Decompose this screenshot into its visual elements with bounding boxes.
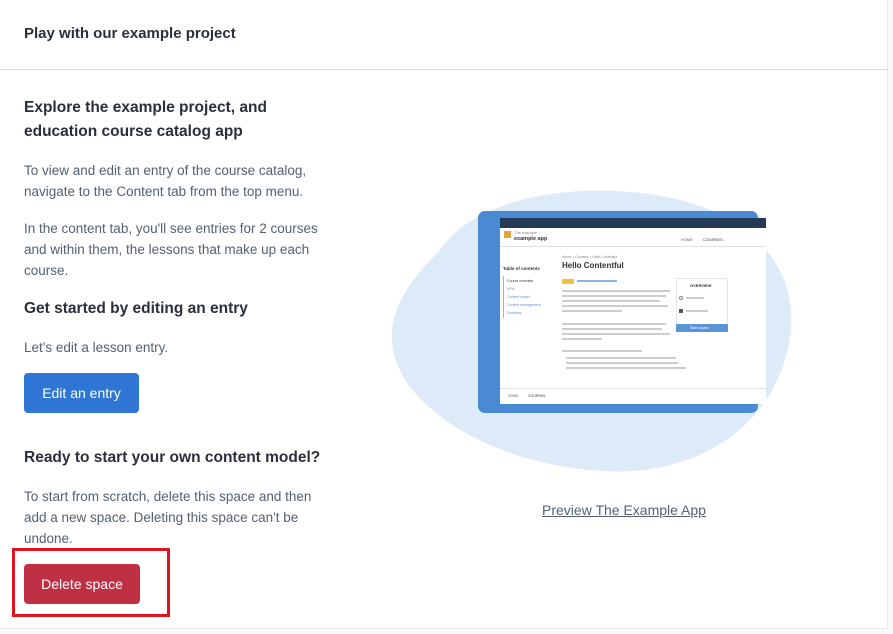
screen-text-line bbox=[566, 357, 676, 359]
screen-footer-courses: COURSES bbox=[528, 394, 546, 398]
example-project-card: Play with our example project Explore th… bbox=[0, 0, 888, 629]
own-model-heading: Ready to start your own content model? bbox=[24, 449, 321, 466]
edit-text: Let's edit a lesson entry. bbox=[24, 340, 169, 355]
screen-toc-item: Course overview bbox=[507, 279, 534, 283]
screen-text-line bbox=[566, 362, 678, 364]
screen-overview-label: OVERVIEW bbox=[690, 283, 712, 288]
explore-text-line2: navigate to the Content tab from the top… bbox=[24, 184, 304, 199]
screen-badge bbox=[562, 279, 574, 284]
screen-text-line bbox=[686, 310, 708, 312]
explore-text-line1: To view and edit an entry of the course … bbox=[24, 163, 307, 178]
card-title: Play with our example project bbox=[24, 25, 236, 42]
screen-link-line bbox=[577, 280, 617, 282]
screen-toc-item: Summary bbox=[507, 311, 522, 315]
app-logo-small: The example bbox=[514, 230, 538, 235]
card-header: Play with our example project bbox=[0, 0, 888, 70]
content-tab-text-line3: course. bbox=[24, 263, 69, 278]
screen-toc-item: APIs bbox=[507, 287, 515, 291]
screen-text-line bbox=[562, 290, 670, 292]
screen-text-line bbox=[562, 295, 666, 297]
screen-text-line bbox=[562, 310, 622, 312]
screen-toc-item: Content management bbox=[507, 303, 541, 307]
edit-entry-button[interactable]: Edit an entry bbox=[24, 373, 139, 413]
screen-lessons-icon bbox=[679, 309, 683, 313]
screen-text-line bbox=[562, 338, 602, 340]
app-logo-icon bbox=[504, 231, 511, 238]
explore-heading-line2: education course catalog app bbox=[24, 123, 243, 140]
screen-page-title: Hello Contentful bbox=[562, 261, 624, 270]
own-model-text-line1: To start from scratch, delete this space… bbox=[24, 489, 312, 504]
content-tab-text-line1: In the content tab, you'll see entries f… bbox=[24, 221, 318, 236]
screen-toc-title: Table of contents bbox=[503, 266, 540, 271]
tablet-screen: The example example app HOME COURSES Hom… bbox=[500, 218, 766, 404]
content-tab-text-line2: and within them, the lessons that make u… bbox=[24, 242, 310, 257]
screen-start-label: Start course bbox=[690, 326, 709, 330]
screen-text-line bbox=[686, 297, 704, 299]
screen-text-line bbox=[562, 350, 642, 352]
screen-nav-courses: COURSES bbox=[703, 237, 723, 242]
screen-footer-divider bbox=[500, 388, 766, 389]
screen-toc-marker bbox=[503, 276, 504, 318]
preview-example-app-link[interactable]: Preview The Example App bbox=[500, 502, 748, 518]
own-model-text-line2: add a new space. Deleting this space can… bbox=[24, 510, 299, 525]
screen-text-line bbox=[562, 328, 662, 330]
screen-clock-icon bbox=[679, 296, 683, 300]
own-model-text-line3: undone. bbox=[24, 531, 73, 546]
screen-top-bar bbox=[500, 218, 766, 228]
delete-space-button[interactable]: Delete space bbox=[24, 564, 140, 604]
screen-text-line bbox=[562, 323, 666, 325]
screen-breadcrumb: Home > Courses > Hello Contentful bbox=[562, 255, 618, 259]
screen-nav-divider bbox=[500, 246, 766, 247]
screen-text-line bbox=[562, 300, 660, 302]
screen-text-line bbox=[566, 367, 686, 369]
edit-heading: Get started by editing an entry bbox=[24, 300, 248, 317]
screen-text-line bbox=[562, 305, 668, 307]
explore-heading-line1: Explore the example project, and bbox=[24, 99, 267, 116]
screen-nav-home: HOME bbox=[681, 237, 693, 242]
screen-footer-home: HOME bbox=[508, 394, 519, 398]
screen-text-line bbox=[562, 333, 670, 335]
app-logo-big: example app bbox=[514, 236, 548, 242]
screen-toc-item: Content model bbox=[507, 295, 530, 299]
